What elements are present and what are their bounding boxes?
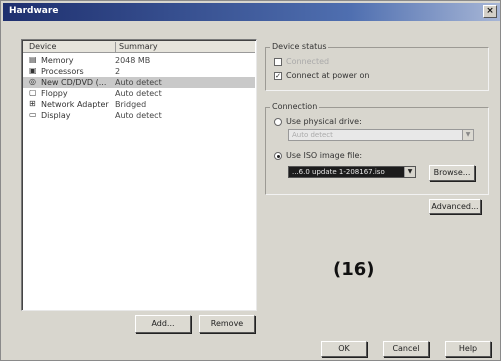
connected-checkbox[interactable]	[274, 58, 282, 66]
use-iso-image-radio[interactable]	[274, 152, 282, 160]
figure-annotation-label: (16)	[333, 259, 375, 280]
device-list-header: Device Summary	[23, 41, 255, 53]
connection-legend: Connection	[270, 102, 320, 111]
device-summary: 2048 MB	[115, 56, 151, 65]
column-header-summary[interactable]: Summary	[115, 42, 158, 52]
close-button[interactable]: ×	[483, 5, 497, 18]
chevron-down-icon: ▼	[462, 130, 473, 140]
title-bar[interactable]: Hardware ×	[3, 3, 500, 21]
device-summary: 2	[115, 67, 121, 76]
processor-icon: ▣	[29, 66, 37, 75]
add-button[interactable]: Add...	[135, 315, 191, 333]
device-row[interactable]: ▤ Memory 2048 MB	[23, 55, 255, 66]
window-title: Hardware	[9, 6, 59, 16]
device-summary: Auto detect	[115, 89, 162, 98]
device-list: Device Summary ▤ Memory 2048 MB ▣ Processors…	[21, 39, 257, 311]
device-rows: ▤ Memory 2048 MB ▣ Processors 2 ◎ New CD/DVD (.…	[23, 55, 255, 121]
physical-drive-value: Auto detect	[292, 131, 333, 139]
connect-at-power-on-label: Connect at power on	[286, 71, 370, 80]
device-row[interactable]: ▣ Processors 2	[23, 66, 255, 77]
device-summary: Bridged	[115, 100, 147, 109]
network-adapter-icon: ⊞	[29, 99, 36, 108]
hardware-dialog: Hardware × Device Summary ▤ Memory 2048 MB…	[0, 0, 501, 361]
connect-at-power-on-checkbox[interactable]: ✓	[274, 72, 282, 80]
device-status-legend: Device status	[270, 42, 329, 51]
use-physical-drive-radio[interactable]	[274, 118, 282, 126]
device-row[interactable]: ⊞ Network Adapter Bridged	[23, 99, 255, 110]
floppy-icon: ▢	[29, 88, 37, 97]
physical-drive-select[interactable]: Auto detect ▼	[288, 129, 474, 141]
device-row[interactable]: ▭ Display Auto detect	[23, 110, 255, 121]
ok-button[interactable]: OK	[321, 341, 367, 357]
device-row[interactable]: ▢ Floppy Auto detect	[23, 88, 255, 99]
device-name: Memory	[41, 56, 74, 65]
iso-image-path-value: ...6.0 update 1-208167.iso	[292, 168, 385, 176]
connected-label: Connected	[286, 57, 330, 66]
display-icon: ▭	[29, 110, 37, 119]
use-physical-drive-label: Use physical drive:	[286, 117, 362, 126]
connection-group: Connection Use physical drive: Auto dete…	[265, 102, 489, 195]
device-row[interactable]: ◎ New CD/DVD (... Auto detect	[23, 77, 255, 88]
cancel-button[interactable]: Cancel	[383, 341, 429, 357]
browse-button[interactable]: Browse...	[429, 165, 475, 181]
column-header-device[interactable]: Device	[29, 42, 56, 51]
device-name: New CD/DVD (...	[41, 78, 107, 87]
device-name: Display	[41, 111, 71, 120]
advanced-button[interactable]: Advanced...	[429, 199, 481, 214]
chevron-down-icon[interactable]: ▼	[404, 167, 415, 177]
iso-image-path-input[interactable]: ...6.0 update 1-208167.iso ▼	[288, 166, 416, 178]
help-button[interactable]: Help	[445, 341, 491, 357]
use-iso-image-label: Use ISO image file:	[286, 151, 363, 160]
remove-button[interactable]: Remove	[199, 315, 255, 333]
device-summary: Auto detect	[115, 78, 162, 87]
device-name: Processors	[41, 67, 84, 76]
memory-icon: ▤	[29, 55, 37, 64]
device-name: Floppy	[41, 89, 68, 98]
device-name: Network Adapter	[41, 100, 109, 109]
device-summary: Auto detect	[115, 111, 162, 120]
device-status-group: Device status Connected ✓ Connect at pow…	[265, 42, 489, 91]
cd-dvd-icon: ◎	[29, 77, 36, 86]
